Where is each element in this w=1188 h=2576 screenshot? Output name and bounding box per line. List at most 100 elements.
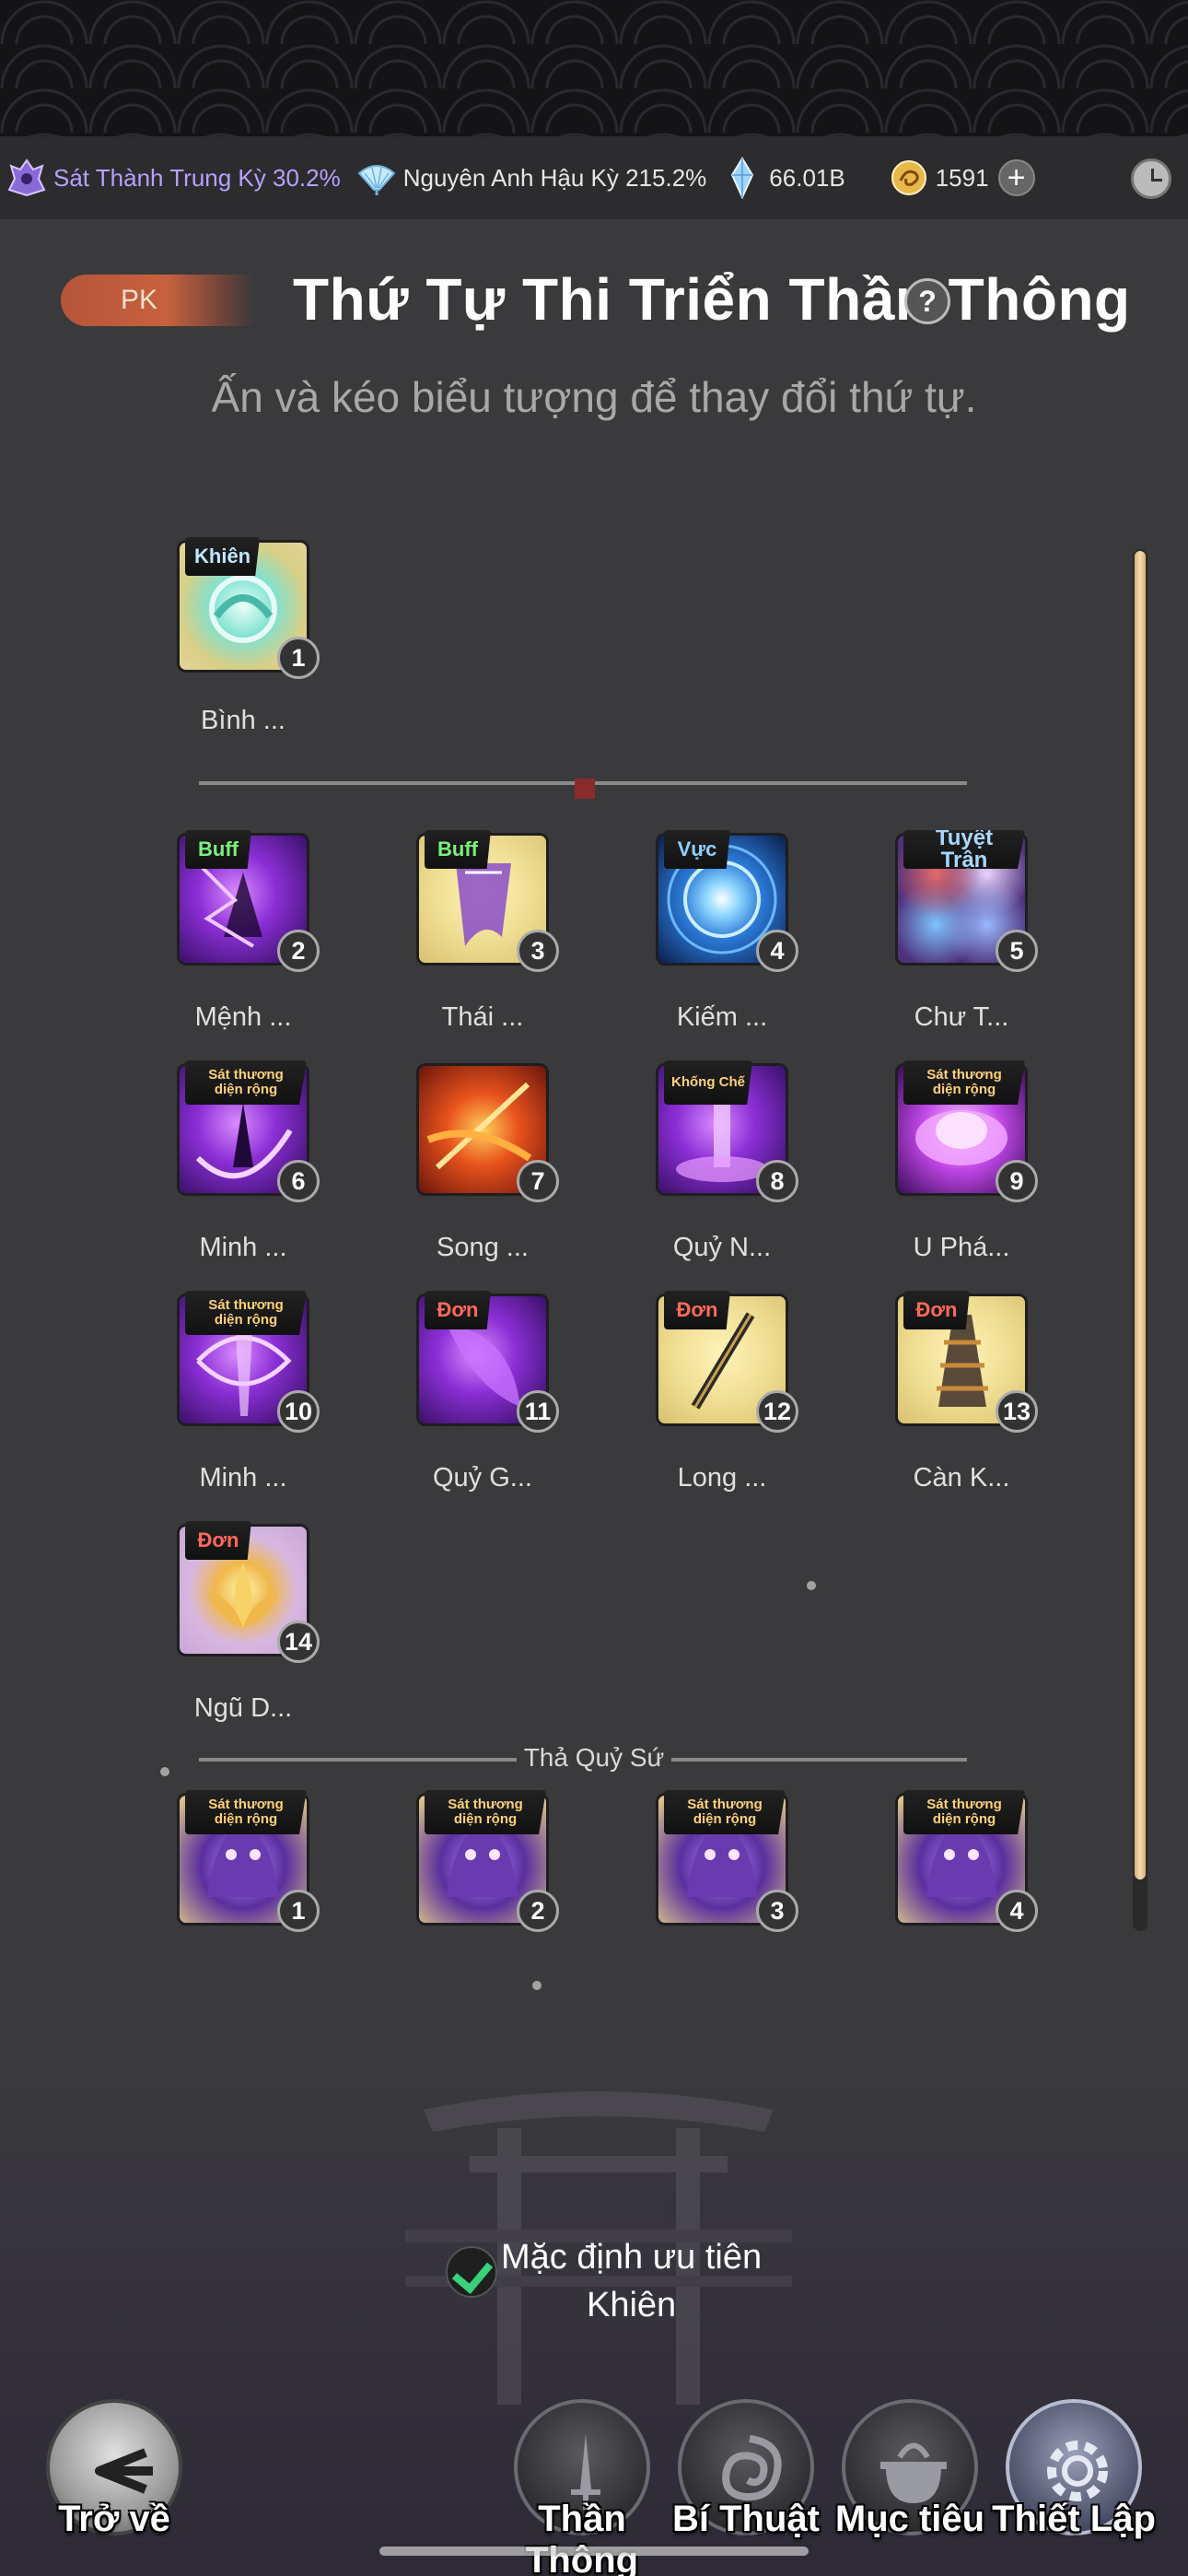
resource-bar: Sát Thành Trung Kỳ 30.2% Nguyên Anh Hậu …	[0, 136, 1188, 219]
skill-order-badge: 1	[277, 1890, 320, 1932]
skill-name: Chư T...	[914, 1002, 1009, 1032]
nav-muc-tieu[interactable]: Mục tiêu	[835, 2399, 984, 2547]
fan-icon	[357, 165, 396, 195]
cultivation-2-text: Nguyên Anh Hậu Kỳ 215.2%	[402, 163, 707, 192]
shield-skill-slot[interactable]: Khiên 1 Bình ...	[177, 537, 320, 735]
skill-slot[interactable]: Đơn 11 Quỷ G...	[416, 1291, 559, 1493]
skill-name: Thái ...	[441, 1002, 524, 1032]
skill-slot[interactable]: Sát thương diện rộng 10 Minh ...	[177, 1291, 320, 1493]
skill-tag: Buff	[185, 830, 251, 869]
scrollbar-thumb[interactable]	[1135, 551, 1146, 1879]
currency-value: 1591	[935, 163, 989, 192]
skill-name: Long ...	[677, 1463, 767, 1493]
cultivation-2[interactable]: Nguyên Anh Hậu Kỳ 215.2%	[355, 157, 707, 199]
summon-section-label-text: Thả Quỷ Sứ	[516, 1743, 672, 1772]
skill-tag: Đơn	[664, 1291, 730, 1329]
skill-slot[interactable]: Buff 3 Thái ...	[416, 830, 559, 1032]
spirit-stones-value: 66.01B	[769, 163, 845, 192]
skill-order-badge: 10	[277, 1390, 320, 1433]
add-currency-button[interactable]: +	[997, 159, 1035, 196]
nav-bi-thuat[interactable]: Bí Thuật	[672, 2399, 820, 2547]
skill-order-badge: 4	[996, 1890, 1038, 1932]
nav-thiet-lap[interactable]: Thiết Lập	[992, 2399, 1156, 2547]
skill-slot[interactable]: Đơn 13 Càn K...	[895, 1291, 1038, 1493]
summon-slot[interactable]: Sát thương diện rộng 1	[177, 1790, 320, 1932]
skill-tag: Khống Chế	[664, 1060, 752, 1105]
skill-name: Quỷ N...	[672, 1233, 772, 1262]
default-priority-label-line2: Khiên	[586, 2286, 677, 2324]
page-title: Thứ Tự Thi Triển Thần Thông	[293, 266, 1131, 333]
summon-section-label: Thả Quỷ Sứ	[0, 1743, 1188, 1773]
crystal-icon	[731, 157, 754, 199]
skill-slot[interactable]: 7 Song ...	[416, 1063, 559, 1262]
nav-than-thong-label: Thần Thông	[525, 2499, 639, 2576]
skill-order-badge: 7	[517, 1160, 559, 1202]
nav-muc-tieu-label: Mục tiêu	[834, 2499, 985, 2539]
skill-slot[interactable]: Tuyệt Trận 5 Chư T...	[895, 830, 1038, 1032]
clock-icon[interactable]	[1131, 158, 1171, 199]
skill-order-badge: 4	[756, 930, 798, 972]
skill-order-badge: 1	[277, 637, 320, 679]
home-indicator[interactable]	[379, 2547, 809, 2556]
back-button[interactable]: Trở về	[41, 2399, 188, 2547]
skill-order-badge: 12	[756, 1390, 798, 1433]
summon-slot[interactable]: Sát thương diện rộng 3	[656, 1790, 798, 1932]
skill-order-badge: 13	[996, 1390, 1038, 1433]
cultivation-1[interactable]: Sát Thành Trung Kỳ 30.2%	[6, 157, 341, 199]
page-subtitle: Ấn và kéo biểu tượng để thay đổi thứ tự.	[211, 373, 977, 421]
default-priority-label: Mặc định ưu tiên Khiên	[501, 2233, 762, 2329]
skill-tag: Đơn	[185, 1521, 251, 1560]
gold-swirl-icon	[891, 160, 926, 195]
skill-slot[interactable]: Khống Chế 8 Quỷ N...	[656, 1060, 798, 1262]
default-priority-label-line1: Mặc định ưu tiên	[501, 2238, 763, 2277]
skill-tag: Sát thương diện rộng	[903, 1790, 1025, 1834]
currency: 1591 +	[888, 157, 1035, 199]
skill-order-badge: 8	[756, 1160, 798, 1202]
skill-tag: Sát thương diện rộng	[664, 1790, 786, 1834]
dust-particle	[807, 1581, 816, 1590]
skill-slot[interactable]: Đơn 14 Ngũ D...	[177, 1521, 320, 1723]
skill-tag: Sát thương diện rộng	[425, 1790, 546, 1834]
skill-order-badge: 2	[517, 1890, 559, 1932]
cultivation-1-text: Sát Thành Trung Kỳ 30.2%	[53, 163, 341, 192]
default-priority-option[interactable]: Mặc định ưu tiên Khiên	[446, 2233, 762, 2329]
nav-thiet-lap-label: Thiết Lập	[992, 2499, 1156, 2539]
skill-order-badge: 2	[277, 930, 320, 972]
skill-slot[interactable]: Sát thương diện rộng 6 Minh ...	[177, 1060, 320, 1262]
back-button-label: Trở về	[58, 2499, 170, 2539]
nav-than-thong[interactable]: Thần Thông	[508, 2399, 656, 2576]
skill-order-badge: 9	[996, 1160, 1038, 1202]
skill-tag: Vực	[664, 830, 730, 869]
skill-slot[interactable]: Đơn 12 Long ...	[656, 1291, 798, 1493]
skill-name: Kiếm ...	[676, 1002, 768, 1032]
help-icon[interactable]: ?	[904, 278, 950, 324]
summon-slot[interactable]: Sát thương diện rộng 4	[895, 1790, 1038, 1932]
dust-particle	[160, 1767, 169, 1776]
skill-tag: Buff	[425, 830, 491, 869]
demon-cultivator-icon	[7, 158, 46, 197]
skill-order-badge: 6	[277, 1160, 320, 1202]
skill-tag: Sát thương diện rộng	[185, 1291, 307, 1335]
spirit-stones[interactable]: 66.01B	[721, 157, 845, 199]
summon-slot[interactable]: Sát thương diện rộng 2	[416, 1790, 559, 1932]
skill-tag: Sát thương diện rộng	[903, 1060, 1025, 1105]
skill-name: Bình ...	[201, 706, 285, 735]
skill-name: Minh ...	[199, 1463, 287, 1493]
skill-tag: Đơn	[425, 1291, 491, 1329]
skill-name: Song ...	[437, 1233, 529, 1262]
default-priority-checkbox[interactable]	[446, 2246, 497, 2298]
dust-particle	[532, 1981, 542, 1990]
skill-name: Quỷ G...	[433, 1463, 532, 1493]
skill-name: U Phá...	[913, 1233, 1010, 1262]
skill-slot[interactable]: Vực 4 Kiếm ...	[656, 830, 798, 1032]
skill-name: Mệnh ...	[194, 1002, 292, 1032]
pk-tag: PK	[61, 275, 254, 326]
skill-slot[interactable]: Sát thương diện rộng 9 U Phá...	[895, 1060, 1038, 1262]
skill-tag: Sát thương diện rộng	[185, 1790, 307, 1834]
skill-tag: Sát thương diện rộng	[185, 1060, 307, 1105]
nav-bi-thuat-label: Bí Thuật	[672, 2499, 820, 2539]
skill-slot[interactable]: Buff 2 Mệnh ...	[177, 830, 320, 1032]
skill-tag: Khiên	[185, 537, 261, 576]
divider-handle[interactable]	[575, 779, 595, 799]
skill-name: Minh ...	[199, 1233, 287, 1262]
